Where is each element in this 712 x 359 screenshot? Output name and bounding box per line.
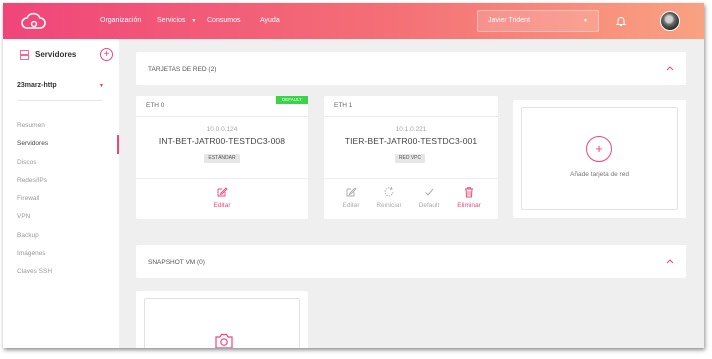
caret-down-icon[interactable]: ▼	[99, 83, 104, 89]
edit-button[interactable]: Editar	[202, 186, 242, 209]
nav-servicios[interactable]: Servicios ▼	[157, 3, 196, 39]
divider	[324, 178, 498, 179]
action-label: Eliminar	[457, 202, 481, 209]
sidebar-item-discos[interactable]: Discos	[3, 154, 119, 172]
panel-title: TARJETAS DE RED (2)	[148, 66, 217, 73]
edit-button[interactable]: Editar	[331, 186, 371, 209]
card-ip: 10.0.0.124	[206, 126, 238, 133]
trash-icon	[465, 187, 473, 198]
server-selector[interactable]: 23marz-http	[17, 82, 57, 89]
action-label: Editar	[213, 202, 231, 209]
add-network-button[interactable]: +	[586, 136, 612, 162]
server-icon	[20, 50, 29, 60]
set-default-button[interactable]: Default	[409, 186, 449, 209]
edit-icon	[217, 187, 228, 197]
top-bar: Organización Servicios ▼ Consumos Ayuda J…	[3, 3, 704, 39]
nav-consumos[interactable]: Consumos	[207, 3, 240, 39]
sidebar-item-servidores[interactable]: Servidores	[3, 135, 119, 154]
card-eth-label: ETH 0	[146, 102, 165, 109]
restart-button[interactable]: Reiniciar	[369, 186, 409, 209]
card-type-tag: RED VPC	[395, 154, 425, 163]
card-ip: 10.1.0.221	[395, 126, 427, 133]
cloud-logo-icon[interactable]	[21, 12, 47, 30]
add-snapshot-card[interactable]	[136, 291, 308, 348]
user-select[interactable]: Javier Trident ▼	[477, 10, 599, 32]
divider	[136, 116, 308, 117]
check-icon	[425, 188, 434, 196]
network-card: ETH 1 10.1.0.221 TIER-BET-JATR00-TESTDC3…	[324, 96, 498, 219]
sidebar-item-firewall[interactable]: Firewall	[3, 190, 119, 208]
bell-icon[interactable]	[615, 15, 627, 27]
action-label: Reiniciar	[376, 202, 402, 209]
sidebar-item-resumen[interactable]: Resumen	[3, 117, 119, 135]
divider	[324, 116, 498, 117]
action-label: Editar	[342, 202, 360, 209]
chevron-up-icon[interactable]	[666, 65, 674, 71]
sidebar-item-backup[interactable]: Backup	[3, 227, 119, 245]
camera-icon[interactable]	[215, 333, 233, 348]
divider	[136, 178, 308, 179]
nav-ayuda[interactable]: Ayuda	[260, 3, 280, 39]
network-panel-header[interactable]: TARJETAS DE RED (2)	[136, 52, 686, 85]
nav-organizacion[interactable]: Organización	[100, 3, 141, 39]
panel-title: SNAPSHOT VM (0)	[148, 259, 205, 266]
caret-down-icon: ▼	[583, 18, 588, 24]
card-network-name: TIER-BET-JATR00-TESTDC3-001	[344, 136, 478, 146]
add-network-card[interactable]: + Añade tarjeta de red	[513, 100, 686, 218]
sidebar-item-imagenes[interactable]: Imágenes	[3, 245, 119, 263]
delete-button[interactable]: Eliminar	[449, 186, 489, 209]
divider	[17, 100, 103, 101]
sidebar-item-redes[interactable]: Redes/IPs	[3, 172, 119, 190]
network-card: ETH 0 DEFAULT 10.0.0.124 INT-BET-JATR00-…	[136, 96, 308, 219]
add-server-button[interactable]: +	[100, 48, 113, 61]
sidebar: Servidores + 23marz-http ▼ Resumen Servi…	[3, 39, 119, 348]
user-name: Javier Trident	[488, 17, 531, 24]
card-eth-label: ETH 1	[334, 102, 353, 109]
caret-down-icon: ▼	[191, 18, 197, 24]
sidebar-item-vpn[interactable]: VPN	[3, 208, 119, 226]
action-label: Default	[418, 202, 440, 209]
sidebar-menu: Resumen Servidores Discos Redes/IPs Fire…	[3, 117, 119, 282]
avatar[interactable]	[660, 11, 680, 31]
sidebar-header: Servidores +	[17, 48, 113, 62]
add-network-label: Añade tarjeta de red	[570, 171, 629, 178]
add-network-card-inner: + Añade tarjeta de red	[521, 107, 678, 210]
card-type-tag: ESTÁNDAR	[204, 154, 240, 163]
card-network-name: INT-BET-JATR00-TESTDC3-008	[158, 136, 286, 146]
app-window: Organización Servicios ▼ Consumos Ayuda J…	[3, 3, 704, 348]
add-snapshot-card-inner	[144, 298, 300, 348]
default-badge: DEFAULT	[276, 96, 308, 104]
edit-icon	[346, 187, 357, 197]
snapshot-panel-header[interactable]: SNAPSHOT VM (0)	[136, 245, 686, 278]
sidebar-item-claves-ssh[interactable]: Claves SSH	[3, 263, 119, 281]
restart-icon	[384, 186, 394, 197]
chevron-up-icon[interactable]	[666, 258, 674, 264]
sidebar-title: Servidores	[35, 50, 77, 59]
